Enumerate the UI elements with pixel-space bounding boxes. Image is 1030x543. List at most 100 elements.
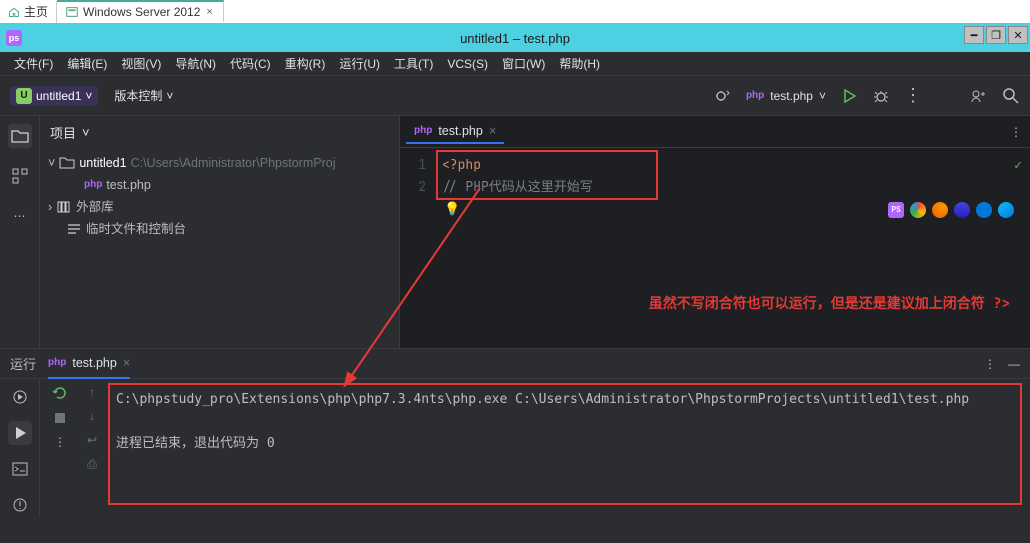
run-button[interactable] [840, 87, 858, 105]
editor-tab[interactable]: php test.php × [406, 120, 504, 144]
os-tab-server-label: Windows Server 2012 [83, 5, 200, 19]
tree-root-name: untitled1 [79, 152, 126, 174]
play-tool-icon[interactable] [8, 421, 32, 445]
chevron-down-icon: ˅ [819, 89, 826, 103]
php-icon: php [84, 174, 102, 196]
navigation-bar: U untitled1 ˅ 版本控制 ˅ php test.php ˅ ⋮ [0, 76, 1030, 116]
safari-icon[interactable] [954, 202, 970, 218]
run-configuration[interactable]: php test.php ˅ [746, 89, 826, 103]
menu-edit[interactable]: 编辑(E) [61, 52, 113, 75]
close-icon[interactable]: × [123, 356, 130, 370]
run-panel-title: 运行 [10, 354, 36, 373]
os-tab-bar: 主页 Windows Server 2012 × [0, 0, 1030, 24]
menu-tools[interactable]: 工具(T) [388, 52, 439, 75]
run-tab-title: test.php [72, 356, 116, 370]
structure-tool-icon[interactable] [8, 164, 32, 188]
project-panel: 项目 ˅ ˅ untitled1 C:\Users\Administrator\… [40, 116, 400, 348]
phpstorm-browser-icon[interactable]: PS [888, 202, 904, 218]
project-initial-icon: U [16, 88, 32, 104]
library-icon [56, 200, 72, 214]
tree-file[interactable]: php test.php [48, 174, 391, 196]
tree-root-path: C:\Users\Administrator\PhpstormProj [131, 152, 336, 174]
chevron-down-icon: ˅ [48, 152, 55, 174]
vcs-selector[interactable]: 版本控制 ˅ [108, 85, 179, 106]
editor-tab-title: test.php [438, 124, 482, 138]
rerun-icon[interactable] [52, 385, 68, 401]
os-tab-home[interactable]: 主页 [0, 1, 57, 23]
close-icon[interactable]: × [489, 124, 496, 138]
debug-button[interactable] [872, 87, 890, 105]
browser-icons: PS [888, 202, 1014, 218]
edge-icon[interactable] [998, 202, 1014, 218]
menu-help[interactable]: 帮助(H) [553, 52, 606, 75]
run-panel: 运行 php test.php × ⋮ — ⋮ ↑ ↓ ↩ ⎙ C [0, 348, 1030, 513]
run-tool-icon[interactable] [8, 385, 32, 409]
project-panel-title: 项目 [50, 123, 76, 142]
run-hide-icon[interactable]: — [1008, 357, 1020, 371]
stop-icon[interactable] [53, 411, 67, 425]
run-more-icon[interactable]: ⋮ [984, 357, 996, 371]
debug-settings-icon[interactable] [714, 87, 732, 105]
tree-ext-lib[interactable]: › 外部库 [48, 196, 391, 218]
firefox-icon[interactable] [932, 202, 948, 218]
menu-bar: 文件(F) 编辑(E) 视图(V) 导航(N) 代码(C) 重构(R) 运行(U… [0, 52, 1030, 76]
soft-wrap-icon[interactable]: ↩ [87, 433, 97, 447]
gutter: 1 2 [400, 148, 434, 348]
close-icon[interactable]: × [204, 6, 214, 18]
title-bar: ps untitled1 – test.php ━ ❐ ✕ [0, 24, 1030, 52]
menu-code[interactable]: 代码(C) [224, 52, 277, 75]
more-actions-icon[interactable]: ⋮ [904, 87, 922, 105]
tree-root[interactable]: ˅ untitled1 C:\Users\Administrator\Phpst… [48, 152, 391, 174]
tree-scratch-label: 临时文件和控制台 [86, 218, 186, 240]
close-button[interactable]: ✕ [1008, 26, 1028, 44]
bulb-icon[interactable]: 💡 [444, 200, 460, 217]
annotation-text: 虽然不写闭合符也可以运行，但是还是建议加上闭合符 ?> [649, 293, 1010, 313]
chrome-icon[interactable] [910, 202, 926, 218]
line-number: 2 [400, 176, 426, 198]
chevron-down-icon: ˅ [85, 89, 92, 103]
scroll-down-icon[interactable]: ↓ [89, 409, 95, 423]
os-tab-server[interactable]: Windows Server 2012 × [57, 0, 224, 22]
code-lines: <?php // PHP代码从这里开始写 [434, 148, 593, 348]
minimize-button[interactable]: ━ [964, 26, 984, 44]
menu-window[interactable]: 窗口(W) [496, 52, 551, 75]
chevron-down-icon: ˅ [166, 89, 173, 103]
console-command: C:\phpstudy_pro\Extensions\php\php7.3.4n… [116, 389, 1018, 411]
php-icon: php [414, 125, 432, 136]
php-icon: php [746, 90, 764, 101]
console-more-icon[interactable]: ⋮ [54, 435, 66, 449]
editor-more-icon[interactable]: ⋮ [1010, 125, 1022, 139]
menu-navigate[interactable]: 导航(N) [169, 52, 222, 75]
project-selector[interactable]: U untitled1 ˅ [10, 86, 98, 106]
tree-ext-lib-label: 外部库 [76, 196, 114, 218]
code-line-1: <?php [442, 156, 481, 173]
more-tool-icon[interactable]: ⋯ [8, 204, 32, 228]
tree-scratch[interactable]: 临时文件和控制台 [48, 218, 391, 240]
menu-view[interactable]: 视图(V) [115, 52, 167, 75]
chevron-right-icon: › [48, 196, 52, 218]
console-output[interactable]: C:\phpstudy_pro\Extensions\php\php7.3.4n… [104, 379, 1030, 517]
os-tab-home-label: 主页 [24, 3, 48, 20]
home-icon [8, 6, 20, 18]
ie-icon[interactable] [976, 202, 992, 218]
project-tool-icon[interactable] [8, 124, 32, 148]
scroll-up-icon[interactable]: ↑ [89, 385, 95, 399]
print-icon[interactable]: ⎙ [87, 457, 97, 472]
maximize-button[interactable]: ❐ [986, 26, 1006, 44]
vcs-label: 版本控制 [114, 87, 162, 104]
search-icon[interactable] [1002, 87, 1020, 105]
code-area[interactable]: 1 2 <?php // PHP代码从这里开始写 💡 ✓ PS 虽然不写闭合符也… [400, 148, 1030, 348]
code-with-me-icon[interactable] [970, 87, 988, 105]
editor-tabs: php test.php × ⋮ [400, 116, 1030, 148]
problems-tool-icon[interactable] [8, 493, 32, 517]
menu-run[interactable]: 运行(U) [333, 52, 386, 75]
menu-refactor[interactable]: 重构(R) [279, 52, 332, 75]
menu-file[interactable]: 文件(F) [8, 52, 59, 75]
run-tab[interactable]: php test.php × [48, 349, 130, 379]
chevron-down-icon[interactable]: ˅ [82, 125, 90, 140]
terminal-tool-icon[interactable] [8, 457, 32, 481]
project-panel-header: 项目 ˅ [40, 116, 399, 148]
menu-vcs[interactable]: VCS(S) [441, 54, 494, 74]
line-number: 1 [400, 154, 426, 176]
server-icon [65, 5, 79, 19]
